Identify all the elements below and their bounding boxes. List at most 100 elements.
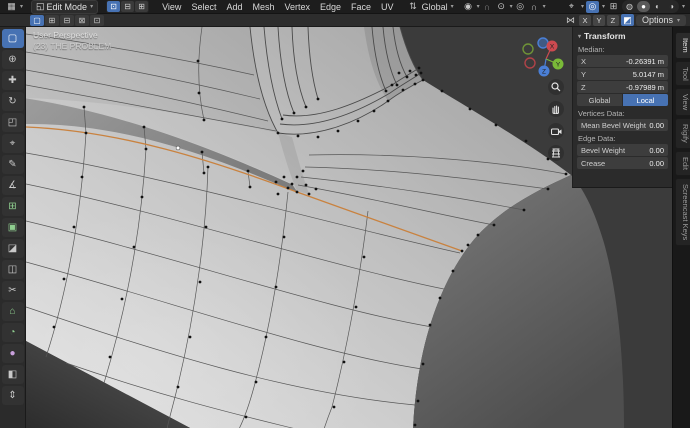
perspective-toggle-button[interactable] <box>548 145 564 161</box>
tab-tool[interactable]: Tool <box>675 60 690 87</box>
vertices-data-label: Vertices Data: <box>578 109 625 118</box>
pan-hand-button[interactable] <box>548 101 564 117</box>
tool-bevel[interactable]: ◪ <box>1 239 24 258</box>
shading-wireframe-icon[interactable]: ◍ <box>623 1 636 12</box>
blender-window: { "header": { "mode": "Edit Mode", "menu… <box>0 0 690 428</box>
options-label: Options <box>641 15 673 25</box>
shading-dropdown-icon[interactable]: ▾ <box>682 3 685 10</box>
tab-screencast-keys[interactable]: Screencast Keys <box>675 178 690 247</box>
select-extend-button[interactable]: ⊞ <box>45 14 59 26</box>
tab-view[interactable]: View <box>675 88 690 117</box>
transform-panel-header[interactable]: ▾ Transform <box>577 30 668 42</box>
menu-vertex[interactable]: Vertex <box>279 0 315 14</box>
mirror-z-button[interactable]: Z <box>606 14 619 26</box>
tool-move[interactable]: ✚ <box>1 71 24 90</box>
editor-type-chevron-icon[interactable]: ▾ <box>20 3 23 10</box>
options-dropdown[interactable]: Options ▾ <box>635 14 686 26</box>
mode-dropdown[interactable]: ◱ Edit Mode ▾ <box>31 0 99 14</box>
menu-add[interactable]: Add <box>221 0 247 14</box>
field-label: Mean Bevel Weight <box>581 120 646 130</box>
vertex-mode-button[interactable]: ⊡ <box>107 1 121 12</box>
menu-edge[interactable]: Edge <box>315 0 346 14</box>
shading-rendered-icon[interactable]: ◑ <box>665 1 678 12</box>
tool-shrink-fatten[interactable]: ⇕ <box>1 386 24 405</box>
pivot-point-icon[interactable]: ◉ <box>462 1 475 13</box>
face-mode-button[interactable]: ⊞ <box>135 1 149 12</box>
proportional-editing-icon[interactable]: ◎ <box>514 1 527 13</box>
chevron-down-icon[interactable]: ▾ <box>602 3 605 10</box>
selected-vertex <box>175 145 181 151</box>
show-gizmo-icon[interactable]: ⌖ <box>565 1 578 13</box>
space-toggle: Global Local <box>577 94 668 106</box>
median-y-field[interactable]: Y 5.0147 m <box>577 68 668 80</box>
tab-item[interactable]: Item <box>675 32 690 59</box>
menu-select[interactable]: Select <box>186 0 221 14</box>
tool-scale[interactable]: ◰ <box>1 113 24 132</box>
snap-toggle-icon[interactable]: ◩ <box>620 14 634 26</box>
mean-bevel-weight-field[interactable]: Mean Bevel Weight 0.00 <box>577 119 668 131</box>
camera-view-button[interactable] <box>548 123 564 139</box>
median-z-field[interactable]: Z -0.97989 m <box>577 81 668 93</box>
global-button[interactable]: Global <box>577 94 622 106</box>
crease-field[interactable]: Crease 0.00 <box>577 157 668 169</box>
tab-rigify[interactable]: Rigify <box>675 118 690 150</box>
xray-toggle-icon[interactable]: ⊞ <box>607 1 620 13</box>
tool-poly-build[interactable]: ⌂ <box>1 302 24 321</box>
chevron-down-icon: ▾ <box>450 4 454 10</box>
select-mode-group: ▢ ⊞ ⊟ ⊠ ⊡ <box>30 14 104 26</box>
orientation-label: Global <box>421 1 448 12</box>
tab-edit[interactable]: Edit <box>675 151 690 177</box>
bevel-weight-field[interactable]: Bevel Weight 0.00 <box>577 144 668 156</box>
tool-settings-bar: ▢ ⊞ ⊟ ⊠ ⊡ ⋈ X Y Z ◩ Options ▾ <box>0 14 690 27</box>
mirror-x-button[interactable]: X <box>578 14 591 26</box>
tool-inset-faces[interactable]: ▣ <box>1 218 24 237</box>
select-subtract-button[interactable]: ⊟ <box>60 14 74 26</box>
chevron-down-icon: ▾ <box>676 17 680 24</box>
object-name: (23) THE PROBLEM <box>33 41 112 51</box>
editor-type-icon[interactable]: ▦ <box>5 1 18 13</box>
tool-measure[interactable]: ∡ <box>1 176 24 195</box>
median-x-field[interactable]: X -0.26391 m <box>577 55 668 67</box>
tool-annotate[interactable]: ✎ <box>1 155 24 174</box>
axis-x-label: X <box>550 44 555 51</box>
tool-extrude-region[interactable]: ⊞ <box>1 197 24 216</box>
mirror-y-button[interactable]: Y <box>592 14 605 26</box>
tool-edge-slide[interactable]: ◧ <box>1 365 24 384</box>
chevron-down-icon[interactable]: ▾ <box>510 3 513 10</box>
snap-magnet-icon[interactable]: ∩ <box>481 1 494 13</box>
panel-title: Transform <box>584 31 626 41</box>
tool-rotate[interactable]: ↻ <box>1 92 24 111</box>
tool-select-box[interactable]: ▢ <box>1 29 24 48</box>
snap-target-icon[interactable]: ⊙ <box>495 1 508 13</box>
menu-mesh[interactable]: Mesh <box>247 0 279 14</box>
chevron-down-icon[interactable]: ▾ <box>477 3 480 10</box>
chevron-down-icon: ▾ <box>90 4 94 10</box>
shading-solid-icon[interactable]: ● <box>636 1 650 12</box>
tool-cursor[interactable]: ⊕ <box>1 50 24 69</box>
orientation-dropdown[interactable]: ⇅ Global ▾ <box>407 1 454 13</box>
mesh-select-mode-group: ⊡ ⊟ ⊞ <box>106 0 150 13</box>
tool-spin[interactable]: ◔ <box>1 323 24 342</box>
chevron-down-icon[interactable]: ▾ <box>581 3 584 10</box>
select-intersect-button[interactable]: ⊡ <box>90 14 104 26</box>
tool-transform[interactable]: ⌖ <box>1 134 24 153</box>
zoom-button[interactable] <box>548 79 564 95</box>
field-value: 0.00 <box>649 120 664 130</box>
mirror-icon: ⋈ <box>565 14 575 25</box>
axis-neg-x-ball <box>524 57 536 69</box>
edge-mode-button[interactable]: ⊟ <box>121 1 135 12</box>
menu-view[interactable]: View <box>157 0 186 14</box>
tool-loop-cut[interactable]: ◫ <box>1 260 24 279</box>
local-button[interactable]: Local <box>623 94 668 106</box>
select-invert-button[interactable]: ⊠ <box>75 14 89 26</box>
chevron-down-icon[interactable]: ▾ <box>543 3 546 10</box>
tool-smooth[interactable]: ● <box>1 344 24 363</box>
tool-knife[interactable]: ✂ <box>1 281 24 300</box>
show-overlays-icon[interactable]: ◎ <box>585 0 599 13</box>
proportional-falloff-icon[interactable]: ∩ <box>528 1 541 13</box>
menu-face[interactable]: Face <box>346 0 376 14</box>
menu-uv[interactable]: UV <box>376 0 399 14</box>
shading-material-icon[interactable]: ◐ <box>651 1 664 12</box>
axis-gizmo[interactable]: X Y Z <box>518 29 574 85</box>
select-new-button[interactable]: ▢ <box>30 14 44 26</box>
